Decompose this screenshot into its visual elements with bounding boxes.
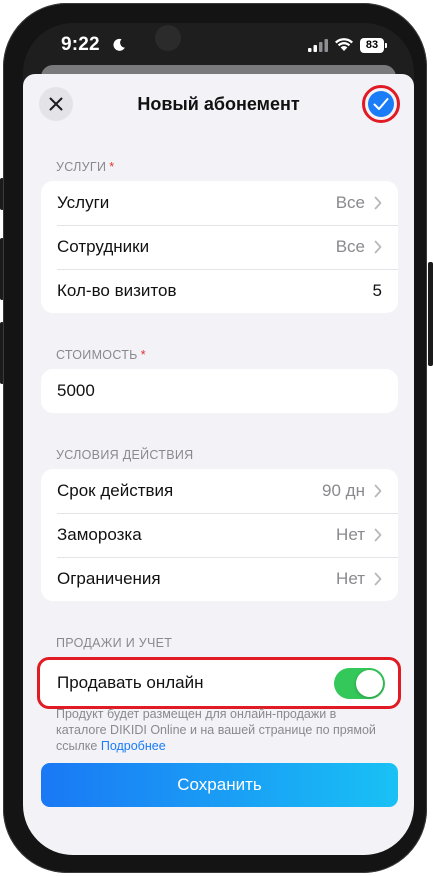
row-label: Сотрудники — [57, 237, 150, 256]
chevron-right-icon — [374, 528, 382, 542]
row-label: Срок действия — [57, 481, 174, 500]
phone-frame: 9:22 83 Новый абонемент УСЛУГИ * Услуги … — [3, 3, 427, 873]
section-label-text: УСЛУГИ — [56, 160, 107, 174]
row-label: Ограничения — [57, 569, 161, 588]
battery-icon: 83 — [360, 38, 384, 53]
services-card: Услуги Все Сотрудники Все Кол-во визитов… — [41, 181, 398, 313]
price-card: 5000 — [41, 369, 398, 413]
save-button[interactable]: Сохранить — [41, 763, 398, 807]
side-button-power — [428, 262, 433, 366]
wifi-icon — [335, 38, 353, 51]
modal-sheet: Новый абонемент УСЛУГИ * Услуги Все Сотр… — [23, 74, 414, 855]
row-staff[interactable]: Сотрудники Все — [41, 225, 398, 269]
front-camera — [155, 25, 181, 51]
confirm-highlight — [362, 85, 400, 123]
required-mark: * — [109, 160, 115, 174]
confirm-button[interactable] — [368, 91, 394, 117]
row-value: Все — [335, 237, 365, 256]
section-label-text: ПРОДАЖИ И УЧЕТ — [56, 636, 173, 650]
sell-online-hint: Продукт будет размещен для онлайн-продаж… — [56, 706, 386, 754]
row-services[interactable]: Услуги Все — [41, 181, 398, 225]
section-label-sales: ПРОДАЖИ И УЧЕТ — [56, 636, 172, 650]
section-label-text: СТОИМОСТЬ — [56, 348, 138, 362]
conditions-card: Срок действия 90 дн Заморозка Нет Ограни… — [41, 469, 398, 601]
row-value: 90 дн — [322, 481, 365, 500]
signal-icon — [308, 39, 328, 52]
chevron-right-icon — [374, 484, 382, 498]
phone-screen: 9:22 83 Новый абонемент УСЛУГИ * Услуги … — [23, 23, 414, 855]
row-validity[interactable]: Срок действия 90 дн — [41, 469, 398, 513]
row-value: Все — [335, 193, 365, 212]
visit-count-value[interactable]: 5 — [373, 281, 382, 301]
price-value[interactable]: 5000 — [57, 381, 382, 401]
row-label: Кол-во визитов — [57, 281, 177, 300]
checkmark-icon — [373, 98, 389, 110]
sell-online-row: Продавать онлайн — [37, 657, 401, 709]
row-label: Услуги — [57, 193, 110, 212]
battery-tip — [385, 43, 387, 48]
row-value: Нет — [336, 525, 365, 544]
row-restrictions[interactable]: Ограничения Нет — [41, 557, 398, 601]
section-label-services: УСЛУГИ * — [56, 160, 114, 174]
section-label-price: СТОИМОСТЬ * — [56, 348, 146, 362]
row-visit-count[interactable]: Кол-во визитов 5 — [41, 269, 398, 313]
toggle-knob — [356, 670, 383, 697]
section-label-text: УСЛОВИЯ ДЕЙСТВИЯ — [56, 448, 194, 462]
nav-bar: Новый абонемент — [23, 74, 414, 136]
page-title: Новый абонемент — [137, 94, 300, 114]
row-value: Нет — [336, 569, 365, 588]
more-link[interactable]: Подробнее — [101, 739, 166, 753]
section-label-conditions: УСЛОВИЯ ДЕЙСТВИЯ — [56, 448, 193, 462]
sell-online-label: Продавать онлайн — [57, 673, 204, 692]
row-freeze[interactable]: Заморозка Нет — [41, 513, 398, 557]
required-mark: * — [140, 348, 146, 362]
chevron-right-icon — [374, 240, 382, 254]
status-time: 9:22 — [61, 34, 100, 55]
chevron-right-icon — [374, 572, 382, 586]
phone-mockup: 9:22 83 Новый абонемент УСЛУГИ * Услуги … — [0, 0, 433, 876]
moon-icon — [113, 38, 125, 51]
sell-online-toggle[interactable] — [334, 668, 385, 699]
chevron-right-icon — [374, 196, 382, 210]
row-label: Заморозка — [57, 525, 142, 544]
price-input[interactable]: 5000 — [41, 369, 398, 413]
